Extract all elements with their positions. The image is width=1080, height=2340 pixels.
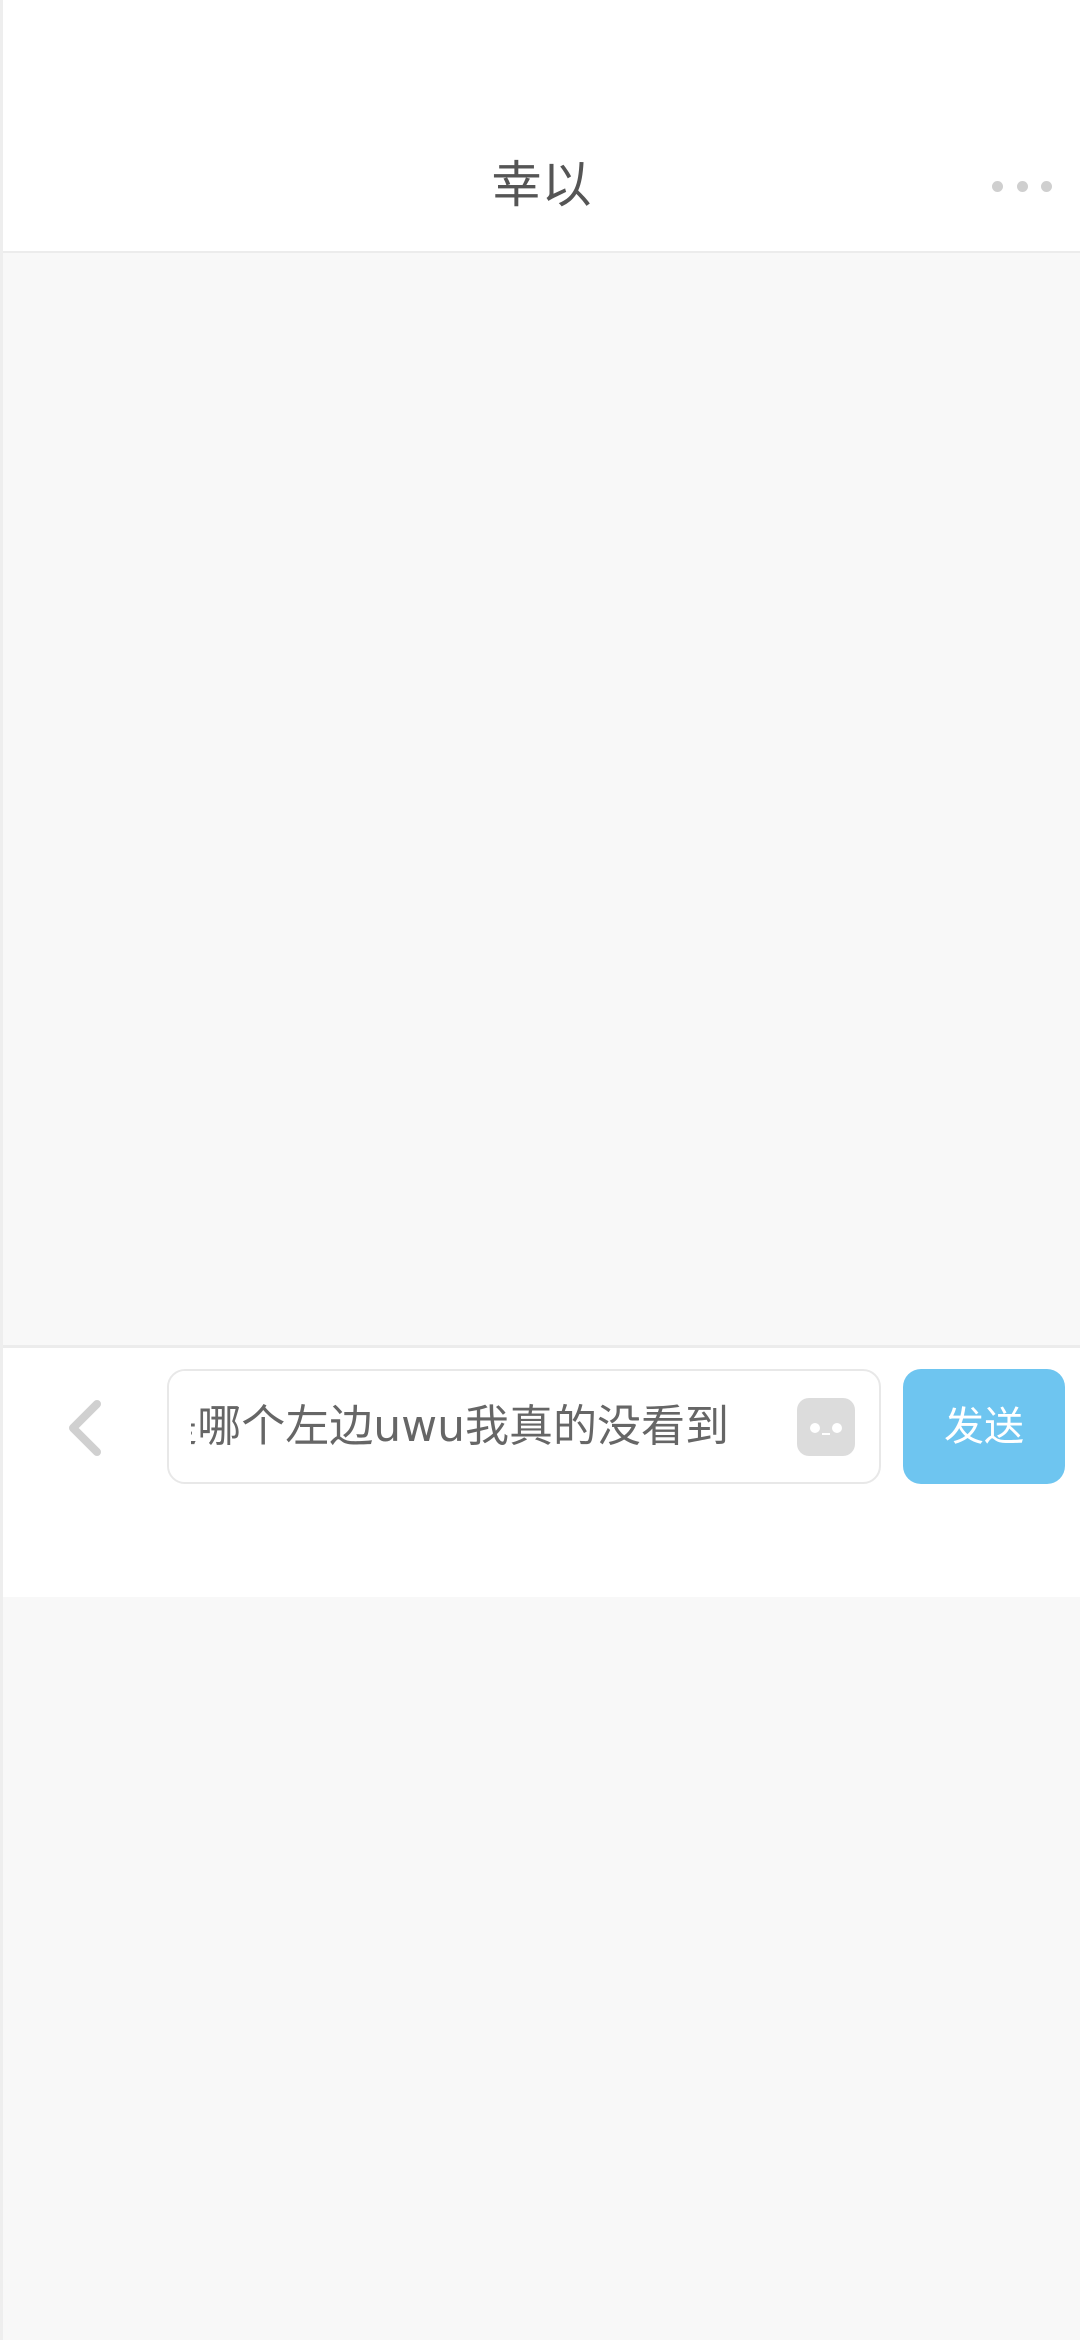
chat-title: 幸以 bbox=[491, 156, 592, 214]
more-dot bbox=[1041, 180, 1052, 192]
more-options-icon[interactable] bbox=[992, 168, 1052, 204]
chat-header: 幸以 bbox=[3, 0, 1080, 253]
keyboard-placeholder bbox=[3, 1597, 1080, 2340]
message-list[interactable] bbox=[3, 253, 1080, 1345]
send-button[interactable]: 发送 bbox=[903, 1369, 1065, 1484]
more-dot bbox=[992, 180, 1003, 192]
emoji-face-icon[interactable] bbox=[797, 1398, 855, 1456]
chat-screen: 幸以 是哪个左边uwu我真的没看到 发送 bbox=[0, 0, 1080, 2340]
composer-bar: 是哪个左边uwu我真的没看到 发送 bbox=[3, 1345, 1080, 1597]
message-input[interactable]: 是哪个左边uwu我真的没看到 bbox=[167, 1369, 881, 1484]
message-input-value[interactable]: 是哪个左边uwu我真的没看到 bbox=[169, 1371, 729, 1482]
more-dot bbox=[1016, 180, 1028, 192]
chevron-left-icon[interactable] bbox=[59, 1398, 119, 1458]
